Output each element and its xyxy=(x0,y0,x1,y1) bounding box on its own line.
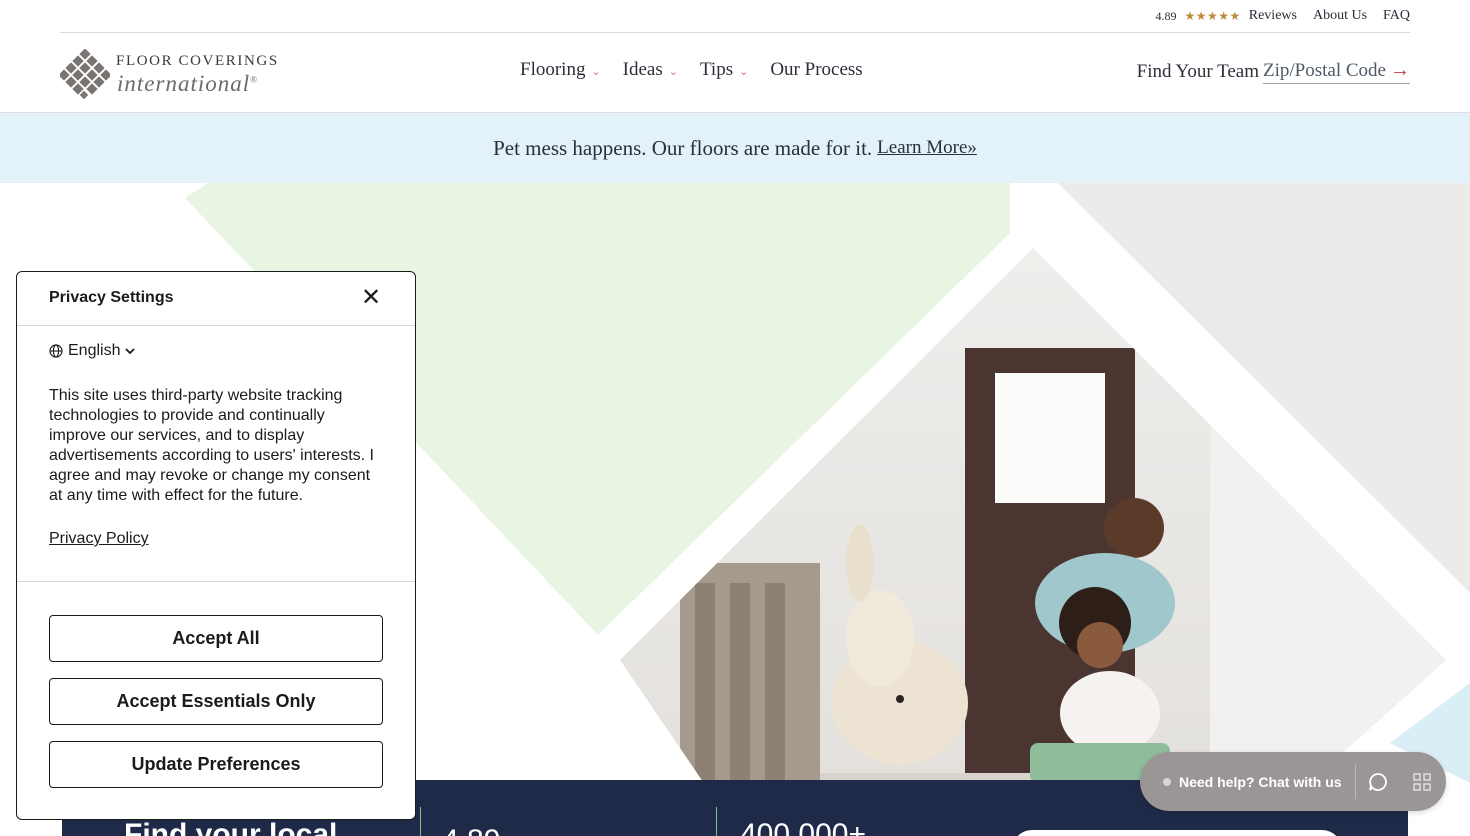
nav-tips[interactable]: Tips ⌄ xyxy=(700,59,748,81)
zip-code-link[interactable]: Zip/Postal Code → xyxy=(1263,59,1410,84)
chevron-down-icon: ⌄ xyxy=(739,65,749,78)
arrow-right-icon: → xyxy=(1390,59,1410,81)
nav-flooring[interactable]: Flooring ⌄ xyxy=(520,59,601,81)
nav-our-process-label: Our Process xyxy=(770,59,863,80)
chevron-down-icon: ⌄ xyxy=(591,65,601,78)
rating-stars-icon: ★★★★★ xyxy=(1184,8,1241,23)
nav-ideas-label: Ideas xyxy=(622,59,663,80)
zip-code-label: Zip/Postal Code xyxy=(1263,59,1386,81)
close-icon[interactable]: ✕ xyxy=(361,286,381,310)
faq-link[interactable]: FAQ xyxy=(1383,8,1410,24)
logo-wordmark-top: FLOOR COVERINGS xyxy=(116,52,279,69)
rating-stat: 4.89 xyxy=(442,824,500,836)
zip-search-input[interactable] xyxy=(1012,830,1342,836)
rating-summary[interactable]: 4.89 ★★★★★ Reviews xyxy=(1155,8,1297,24)
accept-essentials-button[interactable]: Accept Essentials Only xyxy=(49,678,383,725)
status-dot-icon xyxy=(1163,777,1171,786)
main-nav: Flooring ⌄ Ideas ⌄ Tips ⌄ Our Process xyxy=(520,59,863,81)
chat-widget[interactable]: Need help? Chat with us xyxy=(1140,752,1446,811)
rating-score: 4.89 xyxy=(1155,8,1177,23)
brand-logo[interactable]: FLOOR COVERINGS international® xyxy=(60,49,279,99)
nav-tips-label: Tips xyxy=(699,59,734,80)
dialog-body: English This site uses third-party websi… xyxy=(17,326,415,582)
privacy-settings-dialog: Privacy Settings ✕ English This site use… xyxy=(16,271,416,820)
registered-mark: ® xyxy=(250,73,258,84)
dialog-title: Privacy Settings xyxy=(49,289,174,306)
nav-flooring-label: Flooring xyxy=(520,59,586,80)
find-local-heading: Find your local xyxy=(124,818,338,836)
dialog-actions: Accept All Accept Essentials Only Update… xyxy=(17,582,415,788)
promo-learn-more-link[interactable]: Learn More» xyxy=(877,137,977,159)
chevron-down-icon xyxy=(125,347,136,354)
nav-ideas[interactable]: Ideas ⌄ xyxy=(623,59,678,81)
customers-stat: 400,000+ xyxy=(740,818,866,836)
find-team-label: Find Your Team xyxy=(1136,60,1260,82)
chat-bubble-icon[interactable] xyxy=(1356,772,1400,792)
app-grid-icon[interactable] xyxy=(1400,772,1444,791)
language-label: English xyxy=(68,342,121,359)
about-us-link[interactable]: About Us xyxy=(1313,8,1367,24)
diamond-logo-icon xyxy=(60,49,110,99)
nav-our-process[interactable]: Our Process xyxy=(770,59,862,81)
chat-label: Need help? Chat with us xyxy=(1179,773,1342,790)
stats-divider xyxy=(420,807,421,836)
dialog-header: Privacy Settings ✕ xyxy=(17,272,415,326)
logo-wordmark-script: international® xyxy=(116,72,279,95)
privacy-policy-link[interactable]: Privacy Policy xyxy=(49,530,149,548)
accept-all-button[interactable]: Accept All xyxy=(49,615,383,662)
stats-divider xyxy=(716,807,717,836)
find-team: Find Your Team Zip/Postal Code → xyxy=(1137,59,1410,84)
logo-script-text: international xyxy=(117,70,251,96)
update-preferences-button[interactable]: Update Preferences xyxy=(49,741,383,788)
site-header: FLOOR COVERINGS international® Flooring … xyxy=(0,33,1470,113)
promo-banner: Pet mess happens. Our floors are made fo… xyxy=(0,113,1470,183)
promo-text: Pet mess happens. Our floors are made fo… xyxy=(493,135,873,160)
reviews-link[interactable]: Reviews xyxy=(1249,8,1297,24)
chevron-down-icon: ⌄ xyxy=(668,65,678,78)
language-selector[interactable]: English xyxy=(49,342,383,360)
consent-text: This site uses third-party website track… xyxy=(49,387,374,504)
globe-icon xyxy=(49,344,63,358)
utility-bar: 4.89 ★★★★★ Reviews About Us FAQ xyxy=(60,0,1410,33)
